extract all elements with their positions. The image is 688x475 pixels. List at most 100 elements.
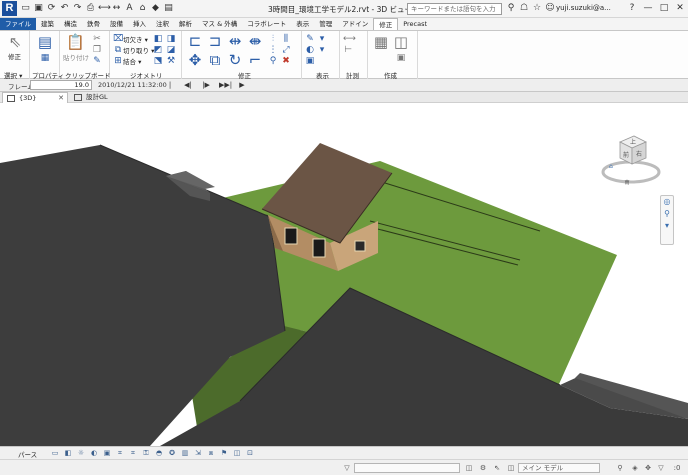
cursor-icon[interactable]: ⇖ [6, 33, 24, 51]
cut-dropdown[interactable]: 切欠き ▾ [123, 34, 148, 44]
ribbon-tab[interactable]: 構造 [59, 18, 82, 30]
switch-windows-icon[interactable]: ▤ [163, 3, 174, 14]
move-icon[interactable]: ✥ [186, 51, 204, 69]
view-tab-floor-plan[interactable]: 設計GL [70, 92, 130, 103]
help-icon[interactable]: ? [624, 0, 640, 17]
trim-icon[interactable]: ⌐ [246, 51, 264, 69]
maximize-button[interactable]: □ [656, 0, 672, 17]
paint-icon[interactable]: ◩ [153, 45, 163, 55]
properties-icon[interactable]: ▤ [36, 33, 54, 51]
subscription-icon[interactable]: ☖ [519, 3, 529, 14]
dimension-icon[interactable]: ↔ [111, 3, 122, 14]
app-logo-icon[interactable]: R [2, 1, 17, 16]
ribbon-tab[interactable]: マス & 外構 [197, 18, 242, 30]
ribbon-tab[interactable]: 挿入 [128, 18, 151, 30]
user-account[interactable]: yuji.suzuki@a... [556, 4, 611, 12]
save-icon[interactable]: ▣ [33, 3, 44, 14]
view-projection-label[interactable]: パース [18, 449, 37, 459]
select-underlay-icon[interactable]: ◫ [506, 463, 516, 473]
search-input[interactable]: キーワードまたは語句を入力 [407, 3, 502, 15]
wall-joins-icon[interactable]: ◧ [153, 34, 163, 44]
ribbon-tab[interactable]: コラボレート [242, 18, 291, 30]
print-icon[interactable]: ⎙ [85, 3, 96, 14]
redo-icon[interactable]: ↷ [72, 3, 83, 14]
rendering-icon[interactable]: ▣ [102, 448, 112, 458]
align-icon[interactable]: ⊏ [186, 32, 204, 50]
close-button[interactable]: ✕ [672, 0, 688, 17]
zoom-icon[interactable]: ⚲ [661, 208, 673, 220]
highlight-displacement-icon[interactable]: ⇲ [193, 448, 203, 458]
copy-icon[interactable]: ❐ [92, 45, 102, 55]
text-icon[interactable]: A [124, 3, 135, 14]
visual-style-icon[interactable]: ◧ [63, 448, 73, 458]
binoculars-icon[interactable]: ⚲ [506, 3, 516, 14]
filter-count-icon[interactable]: ▽ [656, 463, 666, 473]
ribbon-tab[interactable]: 鉄骨 [82, 18, 105, 30]
temporary-hide-icon[interactable]: ◓ [154, 448, 164, 458]
cope-icon[interactable]: ⌧ [113, 34, 123, 44]
drag-elements-icon[interactable]: ✥ [643, 463, 653, 473]
match-type-icon[interactable]: ✎ [92, 56, 102, 66]
home-icon[interactable]: ⌂ [609, 163, 613, 170]
minimize-button[interactable]: — [640, 0, 656, 17]
next-frame-button[interactable]: |▶ [201, 80, 211, 90]
view-range-icon[interactable]: ▣ [305, 56, 315, 66]
ribbon-tab[interactable]: アドイン [337, 18, 373, 30]
model-field[interactable]: メイン モデル [518, 463, 600, 473]
crop-view-icon[interactable]: ⌗ [115, 448, 125, 458]
3d-viewport[interactable]: 上 前 右 南 ⌂ ◎ ⚲ ▾ [0, 103, 688, 446]
viewcube[interactable]: 上 前 右 南 ⌂ [600, 128, 662, 190]
steering-wheel-icon[interactable]: ◎ [661, 196, 673, 208]
measure-icon[interactable]: ⟷ [98, 3, 111, 14]
rotate-icon[interactable]: ↻ [226, 51, 244, 69]
reveal-hidden-icon[interactable]: ✪ [167, 448, 177, 458]
ribbon-tab[interactable]: ファイル [0, 18, 36, 30]
ribbon-tab[interactable]: 設備 [105, 18, 128, 30]
select-pinned-icon[interactable]: ⚲ [615, 463, 625, 473]
array-icon[interactable]: ⋮ [268, 45, 278, 55]
line-work-icon[interactable]: ▾ [317, 34, 327, 44]
analysis-display-icon[interactable]: ▥ [180, 448, 190, 458]
last-frame-button[interactable]: ▶▶| [219, 80, 232, 90]
star-icon[interactable]: ☆ [532, 3, 542, 14]
pin-icon[interactable]: ⚲ [268, 56, 278, 66]
unjoin-dropdown[interactable]: 切り取り ▾ [123, 45, 154, 55]
sync-icon[interactable]: ⟳ [46, 3, 57, 14]
preview-icon[interactable]: ⊡ [245, 448, 255, 458]
previous-frame-button[interactable]: ◀| [183, 80, 193, 90]
join-dropdown[interactable]: 結合 ▾ [123, 56, 141, 66]
ribbon-tab[interactable]: 管理 [314, 18, 337, 30]
open-icon[interactable]: ▭ [20, 3, 31, 14]
design-options-icon[interactable]: ◫ [464, 463, 474, 473]
frame-input[interactable]: 19.0 [30, 80, 92, 90]
override-graphics-icon[interactable]: ✎ [305, 34, 315, 44]
undo-icon[interactable]: ↶ [59, 3, 70, 14]
mirror-axis-icon[interactable]: ⇹ [226, 32, 244, 50]
ribbon-tab[interactable]: 解析 [174, 18, 197, 30]
reveal-constraints-icon[interactable]: ⧈ [206, 448, 216, 458]
sun-path-icon[interactable]: ☼ [76, 448, 86, 458]
split-gap-icon[interactable]: ⫼ [281, 34, 291, 44]
ribbon-tab[interactable]: 表示 [291, 18, 314, 30]
3d-view-icon[interactable]: ⌂ [137, 3, 148, 14]
remove-paint-icon[interactable]: ⬔ [153, 56, 163, 66]
demolish-icon[interactable]: ◪ [166, 45, 176, 55]
play-button[interactable]: ▶ [237, 80, 247, 90]
ribbon-tab[interactable]: 注釈 [151, 18, 174, 30]
workset-field[interactable] [354, 463, 460, 473]
linework-icon[interactable]: ▾ [317, 45, 327, 55]
type-properties-icon[interactable]: ▦ [40, 53, 50, 63]
hide-icon[interactable]: ◐ [305, 45, 315, 55]
editable-only-icon[interactable]: ⚙ [478, 463, 488, 473]
zoom-dropdown-icon[interactable]: ▾ [661, 220, 673, 232]
paste-label[interactable]: 貼り付け [63, 52, 89, 62]
select-face-icon[interactable]: ◈ [630, 463, 640, 473]
shadows-icon[interactable]: ◐ [89, 448, 99, 458]
ribbon-tab[interactable]: 建築 [36, 18, 59, 30]
split-face-icon[interactable]: ◨ [166, 34, 176, 44]
aligned-dimension-icon[interactable]: ⊢ [343, 45, 353, 55]
select-links-icon[interactable]: ⇖ [492, 463, 502, 473]
paste-icon[interactable]: 📋 [66, 33, 85, 51]
measure-between-icon[interactable]: ⟷ [343, 34, 356, 44]
modify-label[interactable]: 修正 [8, 51, 21, 61]
